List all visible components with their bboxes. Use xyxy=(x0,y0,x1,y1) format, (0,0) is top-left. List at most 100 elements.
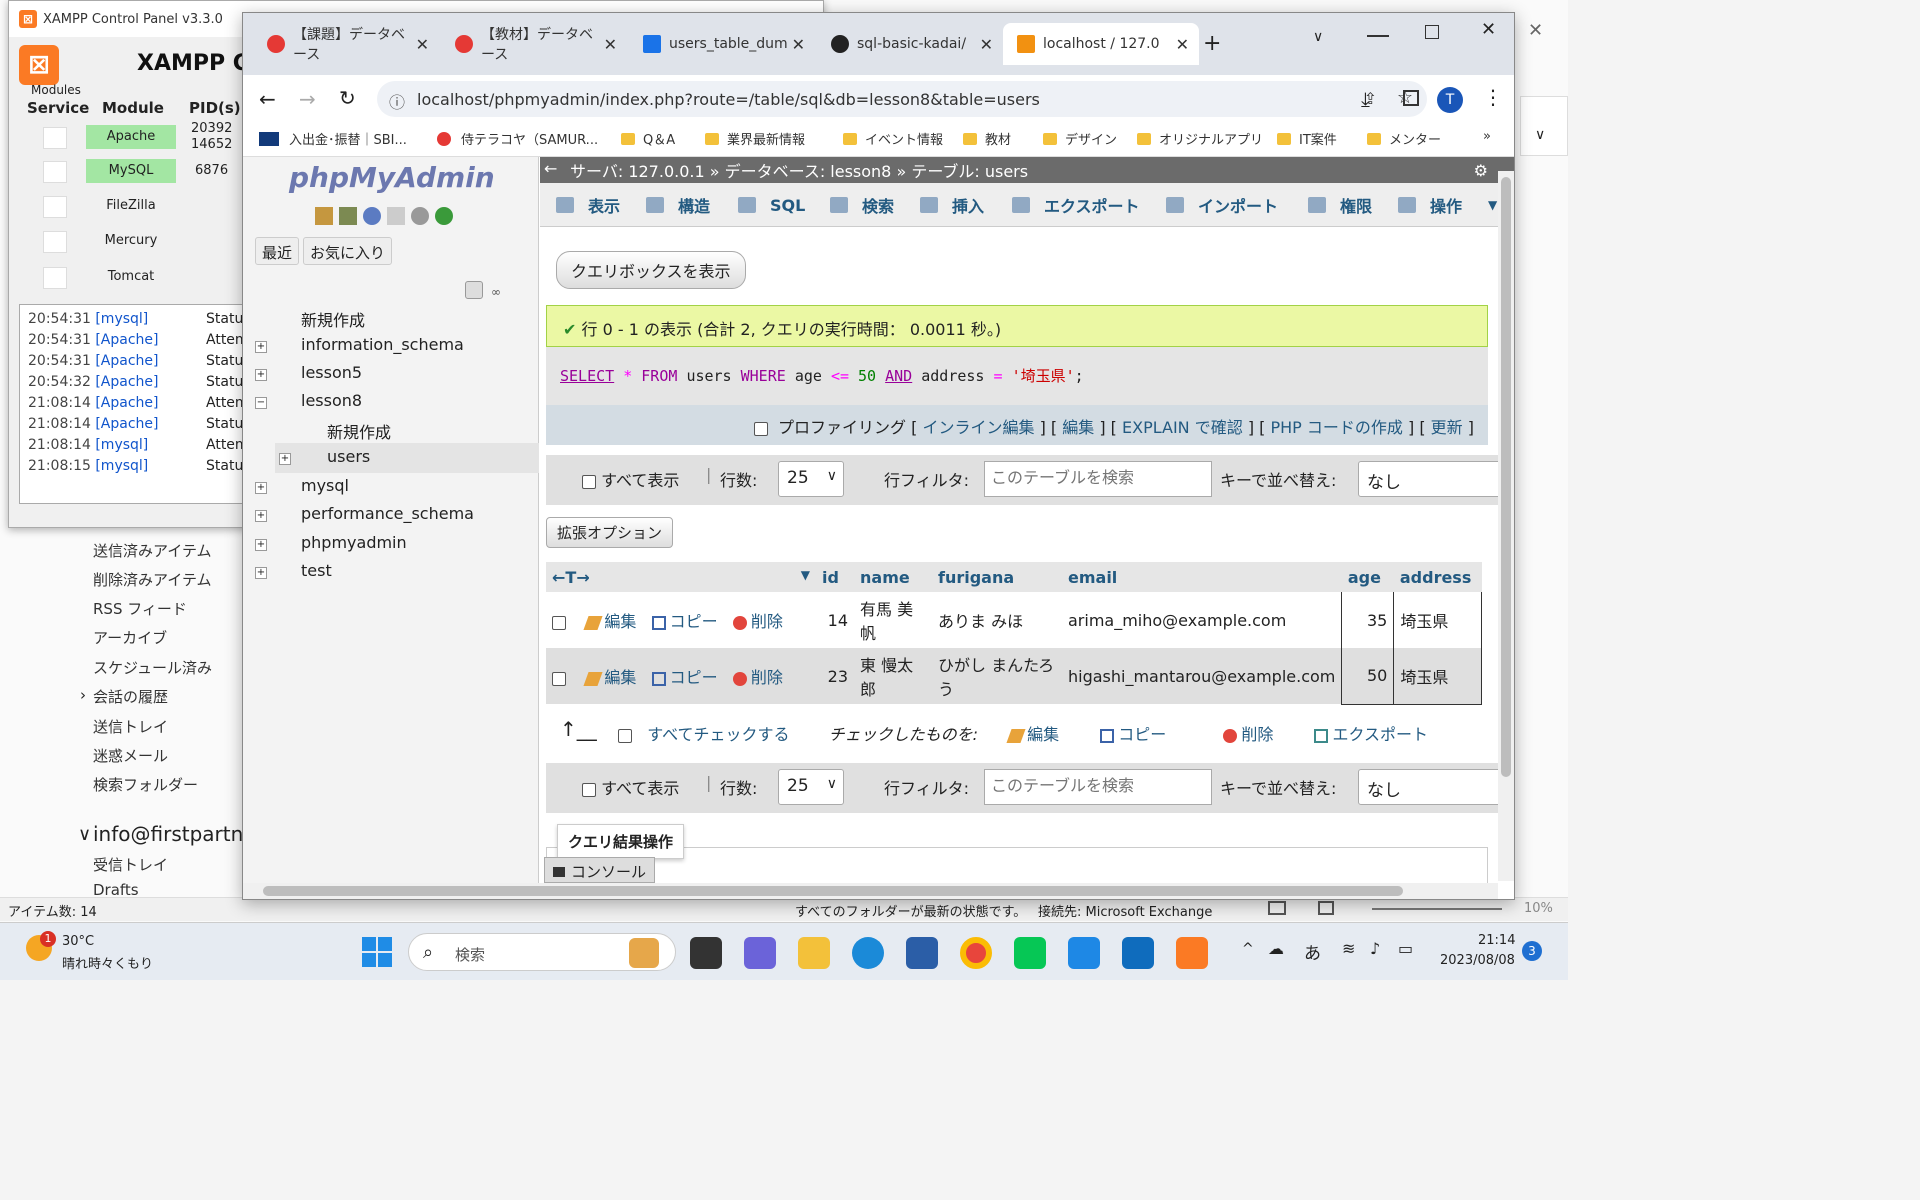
expand-icon[interactable]: + xyxy=(279,453,291,465)
cell-address[interactable]: 埼玉県 xyxy=(1393,592,1483,648)
home-icon[interactable] xyxy=(315,207,333,225)
sort-select[interactable]: なし xyxy=(1358,461,1506,497)
folder-sent[interactable]: 送信済みアイテム xyxy=(93,540,212,561)
column-header-furigana[interactable]: furigana xyxy=(932,562,1062,592)
service-checkbox-apache[interactable] xyxy=(43,127,67,149)
more-bookmarks-icon[interactable]: » xyxy=(1483,129,1491,144)
chevron-right-icon[interactable]: › xyxy=(80,686,86,704)
close-icon[interactable]: ✕ xyxy=(604,35,617,54)
close-window-icon[interactable]: ✕ xyxy=(1481,19,1496,40)
tab-privileges[interactable]: 権限 xyxy=(1308,183,1372,227)
expand-icon[interactable]: + xyxy=(255,539,267,551)
folder-inbox[interactable]: 受信トレイ xyxy=(93,854,168,875)
weather-temp[interactable]: 30°C xyxy=(62,934,94,949)
filter-input[interactable] xyxy=(984,769,1212,805)
more-tabs-icon[interactable]: ▼ xyxy=(1488,183,1497,227)
sort-dropdown-icon[interactable]: ▼ xyxy=(801,568,810,582)
bulk-delete[interactable]: 削除 xyxy=(1223,725,1273,744)
forward-icon[interactable]: → xyxy=(299,87,316,111)
link-icon[interactable]: ∞ xyxy=(491,285,501,299)
profiling-checkbox[interactable] xyxy=(753,421,768,436)
bulk-copy[interactable]: コピー xyxy=(1100,725,1166,744)
logout-icon[interactable] xyxy=(339,207,357,225)
cell-email[interactable]: arima_miho@example.com xyxy=(1062,592,1342,648)
pma-logo[interactable]: phpMyAdmin xyxy=(289,161,495,194)
tree-db-performance-schema[interactable]: performance_schema xyxy=(301,504,474,523)
info-icon[interactable]: ⓘ xyxy=(389,89,405,113)
normal-view-icon[interactable] xyxy=(1268,901,1286,915)
weather-desc[interactable]: 晴れ時々くもり xyxy=(62,953,153,972)
bulk-export[interactable]: エクスポート xyxy=(1314,725,1428,744)
rows-select[interactable]: 25 ∨ xyxy=(778,769,844,805)
folder-scheduled[interactable]: スケジュール済み xyxy=(93,657,212,678)
maximize-icon[interactable] xyxy=(1425,25,1439,39)
menu-kebab-icon[interactable]: ⋮ xyxy=(1483,85,1503,109)
column-header-id[interactable]: id xyxy=(816,562,854,592)
bookmark-it-jobs[interactable]: IT案件 xyxy=(1277,129,1337,148)
account-name[interactable]: info@firstpartne xyxy=(93,822,256,846)
cell-furigana[interactable]: ひがし まんたろう xyxy=(932,648,1062,704)
battery-icon[interactable]: ▭ xyxy=(1398,939,1413,958)
table-row[interactable]: 編集 コピー 削除 23 東 慢太郎 ひがし まんたろう higashi_man… xyxy=(546,648,1483,705)
expand-icon[interactable]: + xyxy=(255,341,267,353)
tab-kadai[interactable]: 【課題】データベース ✕ xyxy=(253,23,439,65)
tab-structure[interactable]: 構造 xyxy=(646,183,710,227)
teams-chat-icon[interactable] xyxy=(744,937,776,969)
show-all-checkbox[interactable] xyxy=(582,782,596,797)
row-checkbox[interactable] xyxy=(552,671,566,686)
cell-age[interactable]: 35 xyxy=(1341,592,1394,648)
ribbon-collapse[interactable]: ∨ xyxy=(1520,96,1568,156)
docs-icon[interactable] xyxy=(387,207,405,225)
minimize-icon[interactable] xyxy=(1367,35,1389,37)
vertical-scrollbar[interactable] xyxy=(1498,171,1514,881)
console-toggle[interactable]: コンソール xyxy=(544,857,656,883)
php-code-link[interactable]: PHP コードの作成 xyxy=(1270,418,1402,437)
nav-recent[interactable]: 最近 xyxy=(255,237,300,265)
tab-export[interactable]: エクスポート xyxy=(1012,183,1140,227)
tree-db-mysql[interactable]: mysql xyxy=(301,476,349,495)
column-header-email[interactable]: email xyxy=(1062,562,1342,592)
service-checkbox-filezilla[interactable] xyxy=(43,196,67,218)
row-delete-link[interactable]: 削除 xyxy=(732,668,783,687)
tab-search-icon[interactable]: ∨ xyxy=(1313,29,1323,45)
row-edit-link[interactable]: 編集 xyxy=(583,668,636,687)
tree-db-lesson8[interactable]: lesson8 xyxy=(301,391,362,410)
close-icon[interactable]: ✕ xyxy=(792,35,805,54)
tab-kyozai[interactable]: 【教材】データベース ✕ xyxy=(441,23,627,65)
breadcrumb[interactable]: ← サーバ: 127.0.0.1 » データベース: lesson8 » テーブ… xyxy=(540,157,1514,183)
tab-search[interactable]: 検索 xyxy=(830,183,894,227)
folder-junk[interactable]: 迷惑メール xyxy=(93,745,168,766)
filter-input[interactable] xyxy=(984,461,1212,497)
tree-new-table[interactable]: 新規作成 xyxy=(327,419,391,443)
tree-new[interactable]: 新規作成 xyxy=(301,307,365,331)
chevron-down-icon[interactable]: ∨ xyxy=(78,824,91,845)
address-bar[interactable]: ⓘ localhost/phpmyadmin/index.php?route=/… xyxy=(377,81,1427,117)
outlook-icon[interactable] xyxy=(1122,937,1154,969)
collapse-icon[interactable]: − xyxy=(255,397,267,409)
extended-options-button[interactable]: 拡張オプション xyxy=(546,517,674,548)
close-icon[interactable]: ✕ xyxy=(1528,20,1543,41)
bookmark-original-app[interactable]: オリジナルアプリ xyxy=(1137,129,1263,148)
side-panel-icon[interactable] xyxy=(1403,90,1419,106)
row-edit-link[interactable]: 編集 xyxy=(583,612,636,631)
column-controls[interactable]: ←T→ ▼ xyxy=(546,562,816,592)
folder-rss[interactable]: RSS フィード xyxy=(93,598,187,619)
tab-import[interactable]: インポート xyxy=(1166,183,1278,227)
sql-query[interactable]: SELECT * FROM users WHERE age <= 50 AND … xyxy=(546,347,1488,405)
bookmark-sbi[interactable]: 入出金･振替｜SBI... xyxy=(259,129,407,148)
arrow-right-icon[interactable]: → xyxy=(576,568,589,587)
bulk-edit[interactable]: 編集 xyxy=(1006,725,1059,744)
show-all-checkbox[interactable] xyxy=(582,474,596,489)
cell-id[interactable]: 23 xyxy=(816,648,854,704)
rows-select[interactable]: 25 ∨ xyxy=(778,461,844,497)
clock-time[interactable]: 21:14 xyxy=(1478,933,1515,948)
notification-badge[interactable]: 3 xyxy=(1522,941,1542,961)
profile-avatar[interactable]: T xyxy=(1437,87,1463,113)
inline-edit-link[interactable]: インライン編集 xyxy=(922,418,1034,437)
tree-table-users[interactable]: users xyxy=(327,447,370,466)
tab-phpmyadmin[interactable]: localhost / 127.0 ✕ xyxy=(1003,23,1199,65)
row-delete-link[interactable]: 削除 xyxy=(732,612,783,631)
folder-archive[interactable]: アーカイブ xyxy=(93,627,167,648)
taskbar-search[interactable]: ⌕ 検索 xyxy=(408,933,676,971)
folder-outbox[interactable]: 送信トレイ xyxy=(93,716,168,737)
